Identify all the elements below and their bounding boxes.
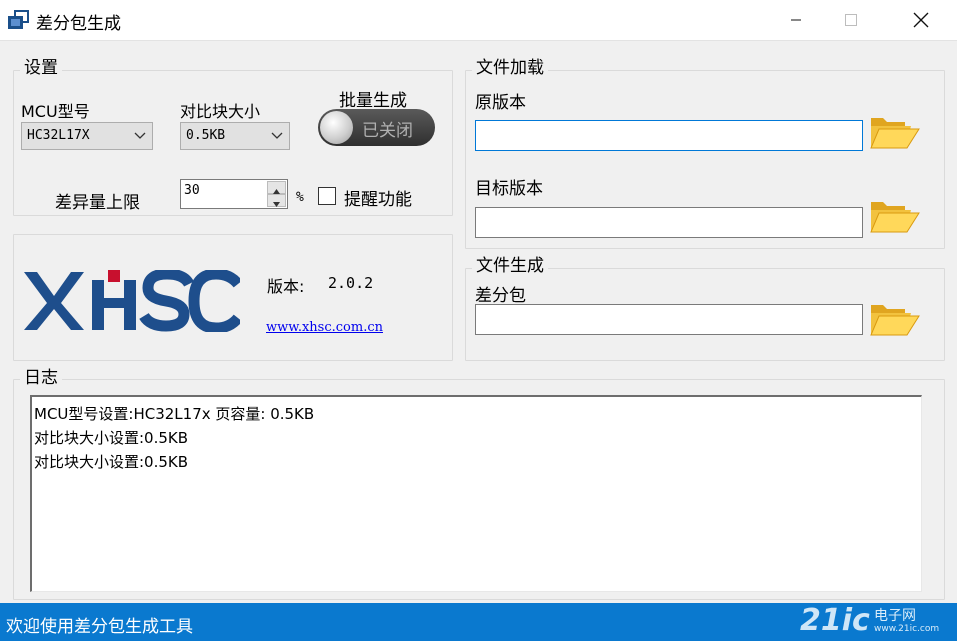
remind-checkbox[interactable] bbox=[318, 187, 336, 205]
title-bar[interactable]: 差分包生成 bbox=[0, 0, 957, 41]
version-value: 2.0.2 bbox=[328, 274, 374, 292]
website-link[interactable]: www.xhsc.com.cn bbox=[266, 320, 383, 335]
mcu-label: MCU型号 bbox=[21, 102, 90, 121]
xhsc-logo bbox=[24, 268, 243, 334]
app-icon bbox=[8, 10, 30, 30]
folder-open-icon bbox=[870, 202, 920, 233]
original-version-input[interactable] bbox=[475, 120, 863, 151]
log-line: MCU型号设置:HC32L17x 页容量: 0.5KB bbox=[34, 405, 315, 423]
original-browse-button[interactable] bbox=[868, 112, 920, 152]
target-browse-button[interactable] bbox=[868, 196, 920, 236]
log-legend: 日志 bbox=[20, 368, 62, 388]
folder-open-icon bbox=[870, 305, 920, 336]
version-label: 版本: bbox=[267, 277, 305, 296]
spinner-up-button[interactable] bbox=[267, 181, 286, 194]
settings-legend: 设置 bbox=[20, 58, 62, 78]
watermark: 21ic 电子网 www.21ic.com bbox=[800, 603, 950, 639]
mcu-select-value: HC32L17X bbox=[27, 128, 90, 143]
window-title: 差分包生成 bbox=[36, 14, 121, 34]
target-version-input[interactable] bbox=[475, 207, 863, 238]
spinner-down-button[interactable] bbox=[267, 194, 286, 207]
close-button[interactable] bbox=[898, 0, 944, 40]
log-line: 对比块大小设置:0.5KB bbox=[34, 429, 189, 447]
batch-toggle-text: 已关闭 bbox=[362, 121, 413, 141]
watermark-logo: 21ic bbox=[800, 603, 870, 638]
triangle-down-icon bbox=[273, 202, 280, 207]
package-input[interactable] bbox=[475, 304, 863, 335]
package-browse-button[interactable] bbox=[868, 299, 920, 339]
close-icon bbox=[913, 12, 929, 28]
block-size-label: 对比块大小 bbox=[180, 102, 261, 121]
status-bar: 欢迎使用差分包生成工具 21ic 电子网 www.21ic.com bbox=[0, 603, 957, 641]
folder-open-icon bbox=[870, 118, 920, 149]
package-label: 差分包 bbox=[475, 286, 526, 306]
percent-label: % bbox=[296, 190, 304, 205]
diff-limit-label: 差异量上限 bbox=[55, 193, 140, 213]
file-gen-legend: 文件生成 bbox=[472, 256, 548, 276]
minimize-icon bbox=[791, 19, 801, 21]
target-version-label: 目标版本 bbox=[475, 179, 543, 199]
batch-toggle[interactable]: 已关闭 bbox=[318, 109, 435, 146]
toggle-knob bbox=[320, 111, 353, 144]
watermark-title: 电子网 bbox=[874, 608, 916, 624]
block-size-select[interactable]: 0.5KB bbox=[180, 122, 290, 150]
batch-label: 批量生成 bbox=[339, 91, 407, 111]
diff-limit-spinner[interactable]: 30 bbox=[180, 179, 288, 209]
block-size-select-value: 0.5KB bbox=[186, 128, 226, 143]
diff-limit-value: 30 bbox=[184, 183, 200, 198]
log-textarea[interactable]: MCU型号设置:HC32L17x 页容量: 0.5KB 对比块大小设置:0.5K… bbox=[30, 395, 922, 592]
remind-label: 提醒功能 bbox=[344, 190, 412, 210]
mcu-select[interactable]: HC32L17X bbox=[21, 122, 153, 150]
watermark-url: www.21ic.com bbox=[874, 624, 940, 634]
file-load-legend: 文件加载 bbox=[472, 58, 548, 78]
maximize-button[interactable] bbox=[828, 0, 874, 40]
chevron-down-icon bbox=[134, 132, 146, 139]
original-version-label: 原版本 bbox=[475, 93, 526, 113]
minimize-button[interactable] bbox=[773, 0, 819, 40]
log-line: 对比块大小设置:0.5KB bbox=[34, 453, 189, 471]
chevron-down-icon bbox=[271, 132, 283, 139]
status-text: 欢迎使用差分包生成工具 bbox=[6, 617, 193, 637]
maximize-icon bbox=[845, 14, 857, 26]
